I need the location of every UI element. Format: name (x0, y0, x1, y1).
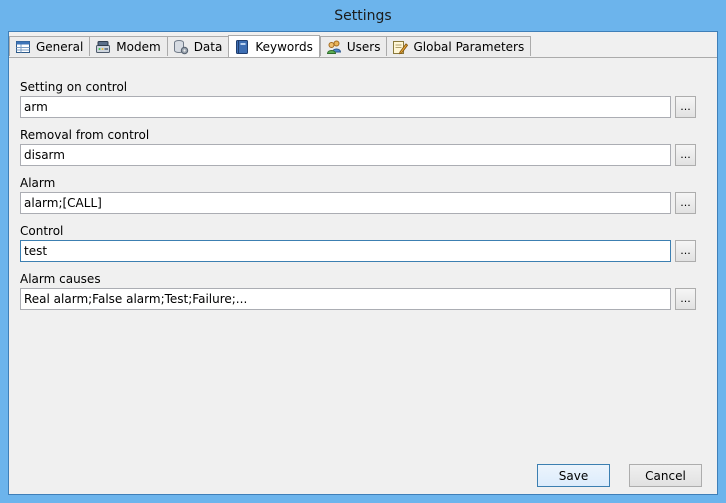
field-removal-from-control: Removal from control ... (20, 127, 696, 167)
tab-strip: General Modem Data Keywords Users Global… (9, 35, 532, 57)
browse-button[interactable]: ... (675, 96, 696, 118)
field-alarm: Alarm ... (20, 175, 696, 215)
removal-from-control-input[interactable] (20, 144, 672, 166)
browse-button[interactable]: ... (675, 288, 696, 310)
field-alarm-causes: Alarm causes ... (20, 271, 696, 311)
tab-global-parameters[interactable]: Global Parameters (386, 36, 532, 56)
save-button[interactable]: Save (537, 464, 610, 487)
tab-data[interactable]: Data (166, 36, 229, 56)
keywords-panel: Setting on control ... Removal from cont… (9, 57, 717, 494)
settings-window: Settings General Modem Data Keywords Use… (0, 0, 726, 503)
database-gear-icon (173, 39, 188, 54)
browse-button[interactable]: ... (675, 144, 696, 166)
title-bar[interactable]: Settings (0, 0, 726, 31)
window-title: Settings (334, 7, 392, 24)
users-icon (326, 40, 341, 54)
tab-label: Global Parameters (413, 39, 525, 54)
setting-on-control-input[interactable] (20, 96, 672, 118)
document-pencil-icon (393, 40, 409, 54)
tab-label: Users (346, 39, 381, 54)
book-icon (236, 39, 249, 54)
cancel-button[interactable]: Cancel (629, 464, 702, 487)
tab-label: Modem (116, 39, 161, 54)
window-client-area: General Modem Data Keywords Users Global… (8, 31, 718, 495)
field-label: Control (20, 224, 64, 238)
tab-modem[interactable]: Modem (89, 36, 167, 56)
tab-users[interactable]: Users (319, 36, 387, 56)
field-label: Setting on control (20, 80, 128, 94)
tab-label: Keywords (255, 39, 313, 54)
field-control: Control ... (20, 223, 696, 263)
field-label: Removal from control (20, 128, 150, 142)
browse-button[interactable]: ... (675, 192, 696, 214)
alarm-input[interactable] (20, 192, 672, 214)
control-input[interactable] (20, 240, 672, 262)
table-icon (16, 40, 30, 53)
modem-icon (96, 40, 111, 53)
tab-general[interactable]: General (9, 36, 90, 56)
tab-keywords[interactable]: Keywords (228, 35, 320, 57)
tab-label: Data (193, 39, 223, 54)
alarm-causes-input[interactable] (20, 288, 672, 310)
field-label: Alarm causes (20, 272, 101, 286)
field-label: Alarm (20, 176, 56, 190)
browse-button[interactable]: ... (675, 240, 696, 262)
tab-label: General (36, 39, 84, 54)
field-setting-on-control: Setting on control ... (20, 79, 696, 119)
